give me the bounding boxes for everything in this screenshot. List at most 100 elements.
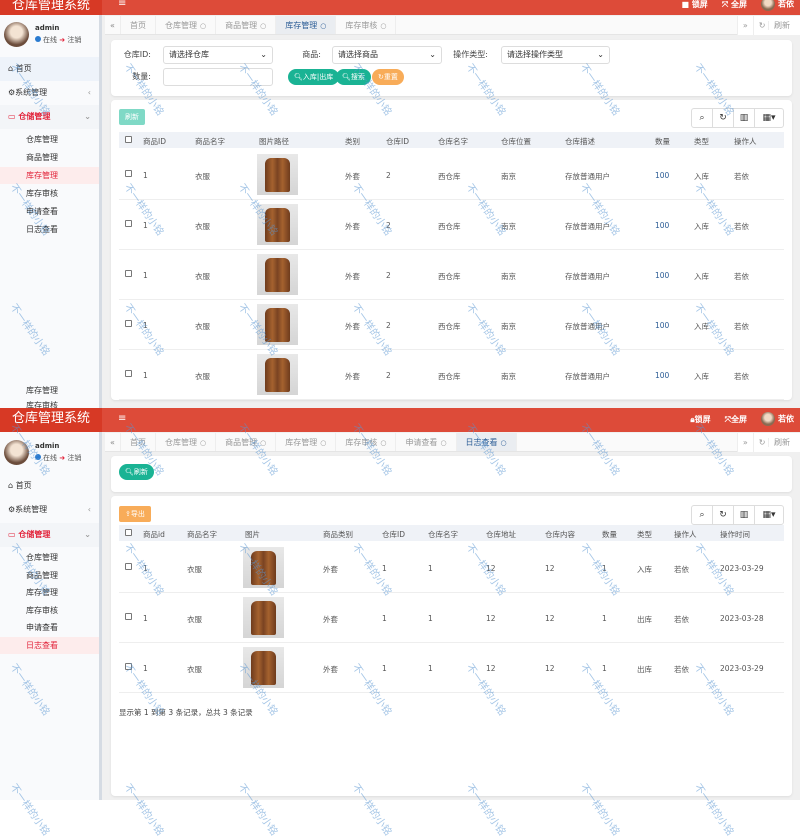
columns-toggle-icon[interactable]: ▥ [734, 506, 755, 524]
column-header[interactable]: 数量 [655, 136, 670, 147]
refresh-icon[interactable]: ↻ [713, 506, 734, 524]
tab-1[interactable]: 仓库管理 ○ [156, 16, 217, 34]
close-tab-icon[interactable]: ○ [200, 22, 206, 30]
sidebar-item-audit[interactable]: 库存审核 [0, 185, 99, 202]
user-menu[interactable]: 若依 [761, 412, 794, 426]
tab-4[interactable]: 库存审核 ○ [336, 16, 397, 34]
column-header[interactable]: 仓库ID [382, 529, 405, 540]
close-tab-icon[interactable]: ○ [320, 439, 326, 447]
column-header[interactable]: 图片路径 [259, 136, 289, 147]
menu-toggle-icon[interactable]: ≡ [118, 0, 126, 9]
sidebar-item-audit[interactable]: 库存审核 [0, 602, 99, 619]
sidebar-item-warehouse[interactable]: 仓库管理 [0, 549, 99, 566]
refresh-button[interactable]: 🔍︎刷新 [119, 464, 154, 480]
tab-4[interactable]: 库存审核 ○ [336, 433, 397, 451]
fullscreen-button[interactable]: ⤧全屏 [725, 414, 747, 425]
reset-button[interactable]: ↻重置 [372, 69, 404, 85]
close-tab-icon[interactable]: ○ [501, 439, 507, 447]
sidebar-item-home[interactable]: ⌂ 首页 [0, 474, 99, 498]
column-header[interactable]: 类型 [694, 136, 709, 147]
column-header[interactable]: 类型 [637, 529, 652, 540]
grid-menu-icon[interactable]: ▦▾ [755, 506, 783, 524]
row-checkbox[interactable] [125, 613, 132, 620]
sidebar-item-storage[interactable]: ▭ 仓储管理 ⌄ [0, 105, 99, 129]
close-tab-icon[interactable]: ○ [200, 439, 206, 447]
logout-link[interactable]: 注销 [67, 36, 81, 44]
column-header[interactable]: 操作时间 [720, 529, 750, 540]
column-header[interactable]: 商品ID [143, 136, 166, 147]
sidebar-item-storage[interactable]: ▭ 仓储管理 ⌄ [0, 523, 99, 547]
sidebar-item-logs[interactable]: 日志查看 [0, 637, 99, 654]
goods-select[interactable]: 请选择商品 ⌄ [332, 46, 442, 64]
sidebar-item-audit[interactable]: 库存审核 [0, 397, 99, 408]
column-header[interactable]: 数量 [602, 529, 617, 540]
sidebar-item-goods[interactable]: 商品管理 [0, 567, 99, 584]
scroll-left-icon[interactable]: « [105, 16, 121, 34]
lock-button[interactable]: 🔒︎锁屏 [690, 414, 710, 425]
optype-select[interactable]: 请选择操作类型 ⌄ [501, 46, 610, 64]
close-tab-icon[interactable]: ○ [260, 439, 266, 447]
tab-5[interactable]: 申请查看 ○ [396, 433, 457, 451]
refresh-icon[interactable]: ↻ [713, 109, 734, 127]
scroll-left-icon[interactable]: « [105, 433, 121, 451]
columns-toggle-icon[interactable]: ▥ [734, 109, 755, 127]
sidebar-item-warehouse[interactable]: 仓库管理 [0, 131, 99, 148]
sidebar-item-requests[interactable]: 申请查看 [0, 203, 99, 220]
fullscreen-button[interactable]: ⤧ 全屏 [722, 0, 747, 10]
close-tab-icon[interactable]: ○ [380, 439, 386, 447]
column-header[interactable]: 仓库描述 [565, 136, 595, 147]
column-header[interactable]: 仓库地址 [486, 529, 516, 540]
user-menu[interactable]: 若依 [761, 0, 794, 11]
sidebar-item-goods[interactable]: 商品管理 [0, 149, 99, 166]
row-checkbox[interactable] [125, 663, 132, 670]
sidebar-item-logs[interactable]: 日志查看 [0, 221, 99, 238]
column-header[interactable]: 仓库内容 [545, 529, 575, 540]
column-header[interactable]: 商品id [143, 529, 165, 540]
search-button[interactable]: 🔍︎搜索 [336, 69, 371, 85]
sidebar-item-system[interactable]: ⚙系统管理 ‹ [0, 81, 99, 105]
logout-link[interactable]: 注销 [67, 454, 81, 462]
column-header[interactable]: 商品名字 [195, 136, 225, 147]
close-tab-icon[interactable]: ○ [440, 439, 446, 447]
sidebar-item-system[interactable]: ⚙系统管理 ‹ [0, 498, 99, 522]
close-tab-icon[interactable]: ○ [380, 22, 386, 30]
grid-menu-icon[interactable]: ▦▾ [755, 109, 783, 127]
menu-toggle-icon[interactable]: ≡ [118, 413, 126, 424]
tab-0[interactable]: 首页 [121, 16, 156, 34]
column-header[interactable]: 商品类别 [323, 529, 353, 540]
column-header[interactable]: 操作人 [734, 136, 757, 147]
row-checkbox[interactable] [125, 220, 132, 227]
column-header[interactable]: 仓库位置 [501, 136, 531, 147]
column-header[interactable]: 商品名字 [187, 529, 217, 540]
close-tab-icon[interactable]: ○ [320, 22, 326, 30]
column-header[interactable]: 操作人 [674, 529, 697, 540]
close-tab-icon[interactable]: ○ [260, 22, 266, 30]
tab-0[interactable]: 首页 [121, 433, 156, 451]
column-header[interactable]: 类别 [345, 136, 360, 147]
warehouse-select[interactable]: 请选择仓库 ⌄ [163, 46, 273, 64]
sidebar-item-home[interactable]: ⌂ 首页 [0, 57, 99, 81]
select-all-checkbox[interactable] [125, 136, 132, 143]
scroll-right-icon[interactable]: » [736, 16, 753, 35]
row-checkbox[interactable] [125, 563, 132, 570]
refresh-button[interactable]: 刷新 [119, 109, 145, 125]
sidebar-item-requests[interactable]: 申请查看 [0, 619, 99, 636]
export-button[interactable]: ⇪导出 [119, 506, 151, 522]
tab-2[interactable]: 商品管理 ○ [216, 16, 277, 34]
row-checkbox[interactable] [125, 270, 132, 277]
refresh-tab-button[interactable]: ↻ 刷新 [752, 16, 800, 35]
search-icon[interactable]: ⌕ [692, 109, 713, 127]
tab-3[interactable]: 库存管理 ○ [276, 433, 337, 451]
sidebar-item-inventory[interactable]: 库存管理 [0, 167, 99, 184]
refresh-tab-button[interactable]: ↻ 刷新 [752, 433, 800, 452]
search-icon[interactable]: ⌕ [692, 506, 713, 524]
scroll-right-icon[interactable]: » [736, 433, 753, 452]
column-header[interactable]: 仓库名字 [428, 529, 458, 540]
tab-1[interactable]: 仓库管理 ○ [156, 433, 217, 451]
row-checkbox[interactable] [125, 170, 132, 177]
lock-button[interactable]: ■ 锁屏 [681, 0, 707, 10]
tab-6[interactable]: 日志查看 ○ [456, 433, 517, 451]
quantity-input[interactable] [163, 68, 273, 86]
tab-3[interactable]: 库存管理 ○ [276, 16, 337, 34]
in-out-button[interactable]: 🔍︎入库|出库 [288, 69, 340, 85]
